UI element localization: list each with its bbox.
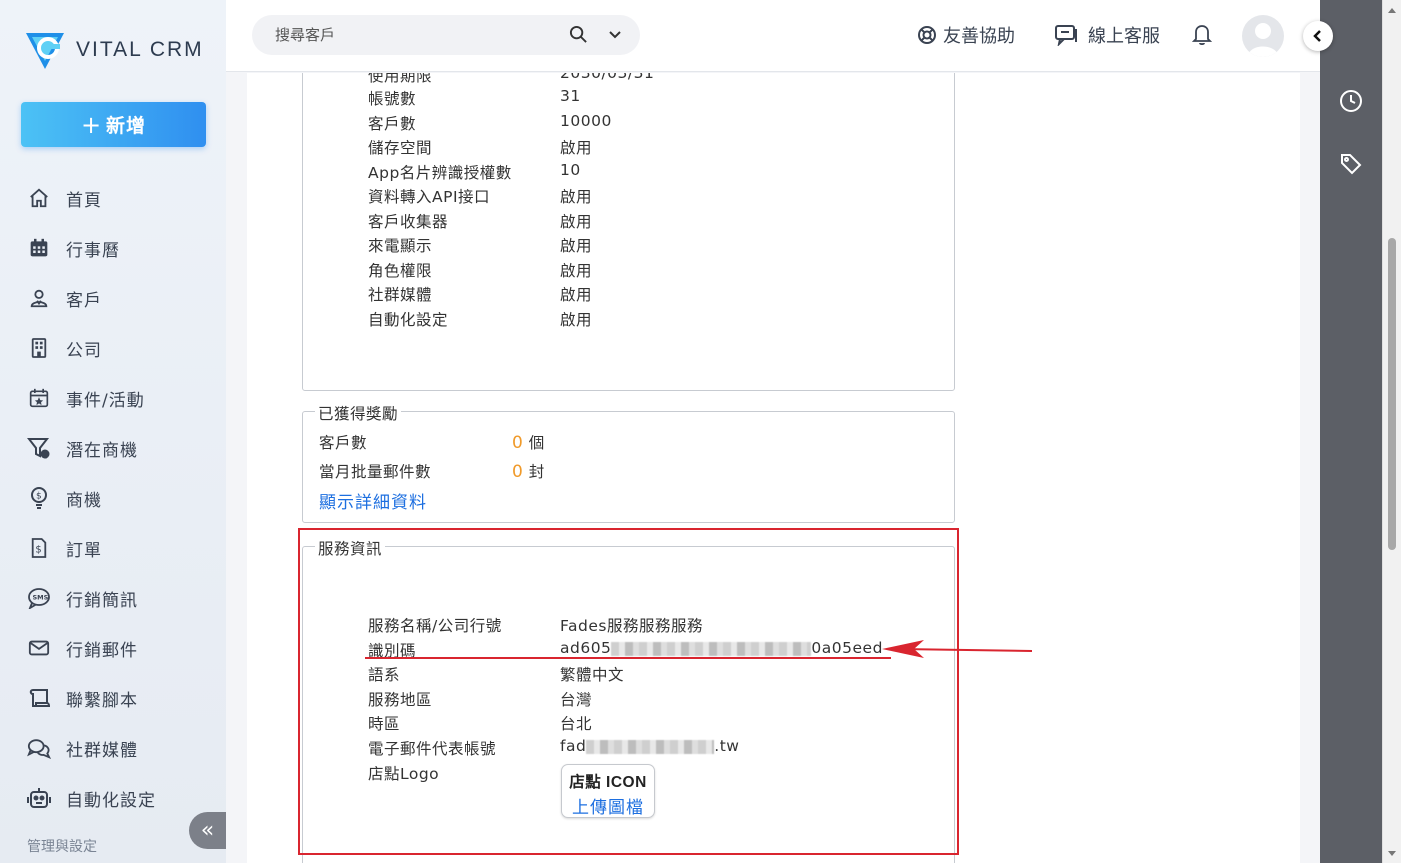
search-icon[interactable] bbox=[569, 25, 588, 48]
double-chevron-left-icon: « bbox=[200, 818, 215, 843]
add-new-label: 新增 bbox=[106, 115, 147, 137]
order-icon: $ bbox=[27, 536, 51, 560]
plan-label: 儲存空間 bbox=[368, 139, 433, 157]
sidebar-item-calendar[interactable]: 行事曆 bbox=[0, 223, 226, 273]
support-chat-icon bbox=[1054, 24, 1078, 46]
chevron-down-icon[interactable] bbox=[608, 27, 622, 46]
plan-label-expiry: 使用期限 bbox=[368, 73, 433, 85]
svg-text:SMS: SMS bbox=[33, 594, 49, 602]
sidebar-item-automation[interactable]: 自動化設定 bbox=[0, 773, 226, 823]
online-support-link[interactable]: 線上客服 bbox=[1054, 22, 1160, 48]
tag-icon[interactable] bbox=[1339, 152, 1363, 180]
plan-value: 10000 bbox=[560, 112, 612, 130]
plan-value: 啟用 bbox=[560, 188, 593, 206]
plan-label: 帳號數 bbox=[368, 90, 417, 108]
reward-label-customers: 客戶數 bbox=[319, 434, 368, 452]
reward-value-customers: 0 個 bbox=[512, 433, 545, 453]
page-scrollbar[interactable] bbox=[1382, 0, 1401, 863]
plan-value: 10 bbox=[560, 161, 581, 179]
sidebar-item-social[interactable]: 社群媒體 bbox=[0, 723, 226, 773]
robot-icon bbox=[27, 786, 51, 810]
plan-value: 啟用 bbox=[560, 213, 593, 231]
bell-icon[interactable] bbox=[1191, 23, 1213, 49]
vital-crm-logo-icon bbox=[26, 33, 64, 69]
sidebar-item-scripts[interactable]: 聯繫腳本 bbox=[0, 673, 226, 723]
sidebar-item-sms[interactable]: SMS 行銷簡訊 bbox=[0, 573, 226, 623]
right-rail bbox=[1303, 0, 1382, 863]
sidebar-item-home[interactable]: 首頁 bbox=[0, 173, 226, 223]
plan-value-expiry: 2030/03/31 bbox=[560, 73, 655, 82]
plan-label: 來電顯示 bbox=[368, 237, 433, 255]
scroll-thumb[interactable] bbox=[1388, 238, 1396, 550]
topbar: 友善協助 線上客服 bbox=[226, 0, 1320, 72]
sms-icon: SMS bbox=[27, 586, 51, 610]
funnel-icon: $ bbox=[27, 436, 51, 460]
event-icon bbox=[27, 386, 51, 410]
sidebar-nav: 首頁 行事曆 客戶 公司 事件/活動 $ 潛在商機 $ 商機 $ 訂單 SMS … bbox=[0, 173, 226, 823]
plan-label: 客戶收集器 bbox=[368, 213, 449, 231]
sidebar-item-customer[interactable]: 客戶 bbox=[0, 273, 226, 323]
home-icon bbox=[27, 186, 51, 210]
plan-label: 社群媒體 bbox=[368, 286, 433, 304]
rewards-title: 已獲得獎勵 bbox=[315, 402, 402, 424]
help-label: 友善協助 bbox=[943, 26, 1015, 47]
reward-value-mail: 0 封 bbox=[512, 462, 545, 482]
settings-section-label[interactable]: 管理與設定 bbox=[27, 836, 97, 856]
sidebar-item-opportunities[interactable]: $ 商機 bbox=[0, 473, 226, 523]
sidebar-item-events[interactable]: 事件/活動 bbox=[0, 373, 226, 423]
collapse-sidebar-button[interactable]: « bbox=[189, 812, 226, 849]
plan-value: 31 bbox=[560, 87, 581, 105]
lightbulb-icon: $ bbox=[27, 486, 51, 510]
highlight-box bbox=[298, 528, 959, 855]
sidebar-item-leads[interactable]: $ 潛在商機 bbox=[0, 423, 226, 473]
app-name: VITAL CRM bbox=[76, 38, 204, 61]
app-logo[interactable]: VITAL CRM bbox=[24, 28, 204, 72]
chat-icon bbox=[27, 736, 51, 760]
lifebuoy-icon bbox=[917, 25, 937, 45]
plan-value: 啟用 bbox=[560, 311, 593, 329]
sidebar-item-company[interactable]: 公司 bbox=[0, 323, 226, 373]
plan-value: 啟用 bbox=[560, 139, 593, 157]
script-icon bbox=[27, 686, 51, 710]
svg-text:$: $ bbox=[35, 545, 41, 556]
user-avatar[interactable] bbox=[1242, 15, 1284, 57]
plan-label: 客戶數 bbox=[368, 115, 417, 133]
plan-label: 資料轉入API接口 bbox=[368, 188, 491, 206]
plus-icon: + bbox=[80, 110, 103, 139]
help-link[interactable]: 友善協助 bbox=[917, 22, 1015, 48]
calendar-icon bbox=[27, 236, 51, 260]
sidebar-item-orders[interactable]: $ 訂單 bbox=[0, 523, 226, 573]
plan-label: 自動化設定 bbox=[368, 311, 449, 329]
chevron-left-icon bbox=[1313, 30, 1321, 42]
plan-value: 啟用 bbox=[560, 262, 593, 280]
search-bar bbox=[252, 15, 640, 55]
building-icon bbox=[27, 336, 51, 360]
highlight-underline bbox=[365, 657, 891, 659]
scroll-up-arrow-icon[interactable] bbox=[1388, 8, 1396, 13]
plan-value: 啟用 bbox=[560, 237, 593, 255]
customer-icon bbox=[27, 286, 51, 310]
plan-value: 啟用 bbox=[560, 286, 593, 304]
history-clock-icon[interactable] bbox=[1339, 89, 1363, 117]
plan-label: App名片辨識授權數 bbox=[368, 164, 512, 182]
arrow-annotation-icon bbox=[882, 640, 1033, 658]
search-input[interactable] bbox=[275, 26, 555, 44]
rail-toggle-button[interactable] bbox=[1303, 21, 1333, 51]
support-label: 線上客服 bbox=[1088, 26, 1160, 47]
svg-text:$: $ bbox=[36, 492, 42, 502]
plan-label: 角色權限 bbox=[368, 262, 433, 280]
svg-text:$: $ bbox=[43, 451, 47, 459]
reward-label-mail: 當月批量郵件數 bbox=[319, 463, 432, 481]
mail-icon bbox=[27, 636, 51, 660]
add-new-button[interactable]: + 新增 bbox=[21, 102, 206, 147]
scroll-down-arrow-icon[interactable] bbox=[1388, 851, 1396, 856]
show-details-link[interactable]: 顯示詳細資料 bbox=[319, 488, 427, 513]
sidebar: VITAL CRM + 新增 首頁 行事曆 客戶 公司 事件/活動 $ 潛在商機… bbox=[0, 0, 226, 863]
sidebar-item-email[interactable]: 行銷郵件 bbox=[0, 623, 226, 673]
